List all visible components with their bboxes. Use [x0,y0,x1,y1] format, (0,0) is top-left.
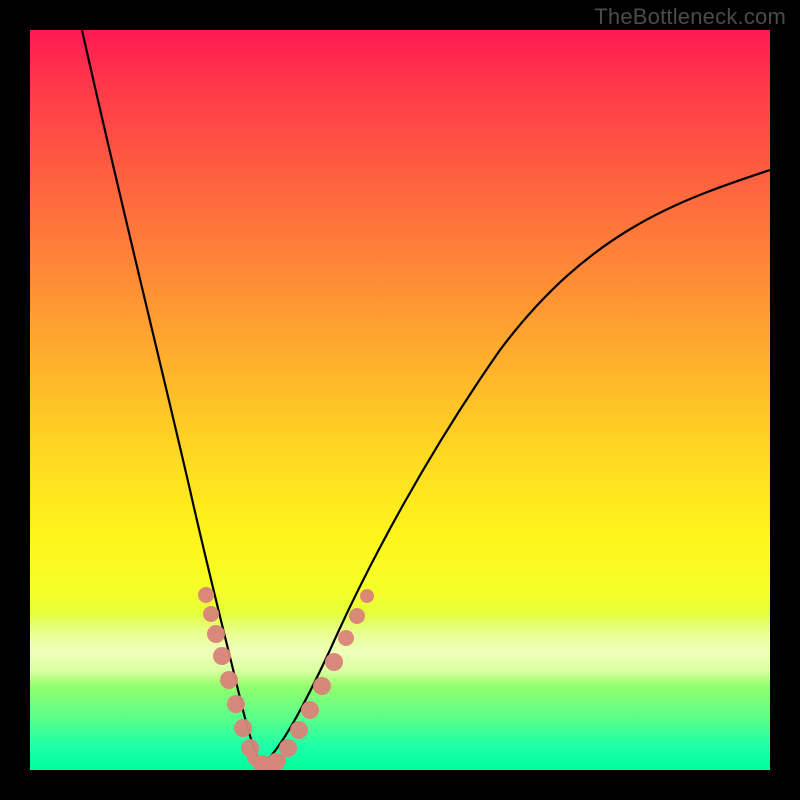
marker-dot [234,719,252,737]
curves-svg [30,30,770,770]
marker-dot [360,589,374,603]
marker-dot [313,677,331,695]
marker-dot [349,608,365,624]
marker-dot [220,671,238,689]
marker-dot [213,647,231,665]
marker-dot [338,630,354,646]
marker-dot [207,625,225,643]
left-curve [82,30,262,765]
marker-dot [203,606,219,622]
chart-frame: TheBottleneck.com [0,0,800,800]
right-curve [262,170,770,765]
marker-dot [301,701,319,719]
marker-dot [325,653,343,671]
marker-dot [198,587,214,603]
watermark-text: TheBottleneck.com [594,4,786,30]
marker-dot [279,739,297,757]
marker-dot [290,721,308,739]
plot-area [30,30,770,770]
marker-dot [227,695,245,713]
